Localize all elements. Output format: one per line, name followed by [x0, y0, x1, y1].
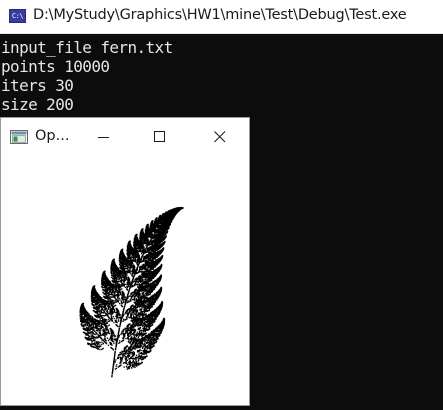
maximize-button[interactable] — [137, 118, 183, 156]
opengl-titlebar[interactable]: Op... — [1, 118, 249, 156]
app-window-icon — [10, 130, 28, 144]
opengl-canvas[interactable] — [1, 156, 249, 405]
minimize-icon — [98, 137, 109, 138]
close-button[interactable] — [197, 118, 243, 156]
console-line-size: size 200 — [1, 95, 74, 114]
console-line-input-file: input_file fern.txt — [1, 38, 173, 57]
opengl-window-title: Op... — [35, 128, 70, 144]
fern-render — [79, 206, 184, 378]
fern-points — [79, 206, 184, 378]
opengl-window: Op... — [0, 117, 250, 406]
console-line-points: points 10000 — [1, 57, 110, 76]
cmd-icon: C:\ — [9, 9, 26, 23]
maximize-icon — [154, 131, 165, 142]
close-icon — [214, 131, 226, 143]
console-window-title: D:\MyStudy\Graphics\HW1\mine\Test\Debug\… — [33, 7, 407, 23]
console-line-iters: iters 30 — [1, 76, 74, 95]
console-titlebar[interactable]: C:\ D:\MyStudy\Graphics\HW1\mine\Test\De… — [0, 0, 443, 34]
minimize-button[interactable] — [81, 118, 127, 156]
